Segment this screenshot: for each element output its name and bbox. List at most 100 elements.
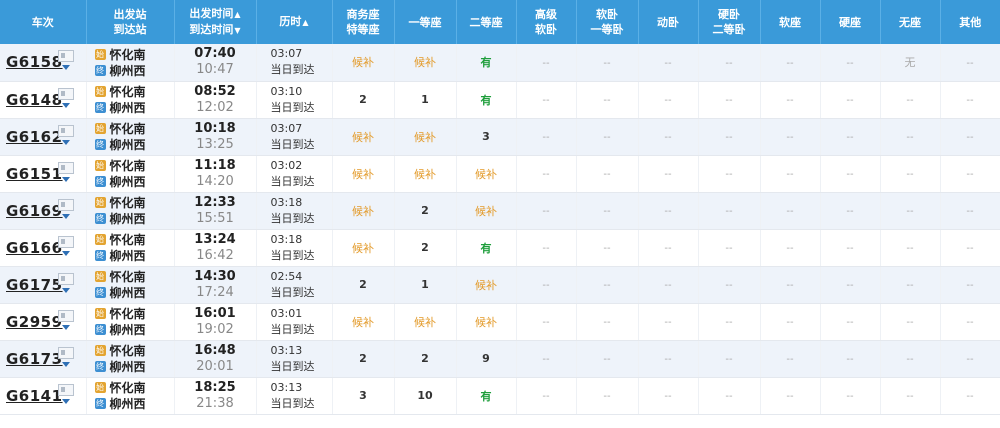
expand-arrow-icon[interactable] (62, 324, 70, 330)
seat-cell-second[interactable]: 候补 (456, 155, 517, 193)
seat-availability[interactable]: 有 (481, 390, 492, 403)
seat-availability[interactable]: 10 (417, 389, 432, 402)
train-number-link[interactable]: G6169 (6, 202, 63, 220)
seat-cell-biz[interactable]: 候补 (332, 229, 395, 267)
seat-availability[interactable]: 候补 (352, 131, 374, 144)
seat-cell-second[interactable]: 有 (456, 229, 517, 267)
seat-availability[interactable]: 有 (481, 56, 492, 69)
train-number-link[interactable]: G2959 (6, 313, 63, 331)
train-info-icon[interactable] (58, 346, 74, 359)
seat-cell-first[interactable]: 10 (394, 377, 457, 415)
seat-availability: -- (786, 169, 794, 180)
sort-up-icon[interactable]: ▲ (234, 10, 240, 19)
train-number-link[interactable]: G6175 (6, 276, 63, 294)
train-number-link[interactable]: G6141 (6, 387, 63, 405)
train-number-link[interactable]: G6166 (6, 239, 63, 257)
seat-cell-biz[interactable]: 候补 (332, 44, 395, 82)
seat-cell-second[interactable]: 有 (456, 377, 517, 415)
seat-cell-biz[interactable]: 2 (332, 81, 395, 119)
seat-cell-first[interactable]: 1 (394, 266, 457, 304)
seat-availability[interactable]: 候补 (414, 316, 436, 329)
seat-availability[interactable]: 候补 (475, 316, 497, 329)
seat-cell-second[interactable]: 有 (456, 44, 517, 82)
seat-cell-biz[interactable]: 候补 (332, 118, 395, 156)
train-info-icon[interactable] (58, 235, 74, 248)
seat-availability[interactable]: 3 (359, 389, 367, 402)
seat-cell-first[interactable]: 候补 (394, 118, 457, 156)
seat-availability[interactable]: 2 (421, 352, 429, 365)
seat-cell-first[interactable]: 候补 (394, 303, 457, 341)
seat-availability[interactable]: 2 (359, 278, 367, 291)
seat-cell-second[interactable]: 候补 (456, 303, 517, 341)
seat-cell-second[interactable]: 有 (456, 81, 517, 119)
seat-availability[interactable]: 有 (481, 242, 492, 255)
seat-cell-biz[interactable]: 候补 (332, 155, 395, 193)
seat-availability[interactable]: 候补 (352, 316, 374, 329)
seat-availability[interactable]: 2 (421, 241, 429, 254)
train-number-link[interactable]: G6148 (6, 91, 63, 109)
seat-cell-second[interactable]: 候补 (456, 192, 517, 230)
seat-availability[interactable]: 2 (359, 93, 367, 106)
seat-availability[interactable]: 1 (421, 278, 429, 291)
seat-availability[interactable]: 9 (482, 352, 490, 365)
sort-down-icon[interactable]: ▼ (234, 26, 240, 35)
train-info-icon[interactable] (58, 50, 74, 62)
train-number-link[interactable]: G6162 (6, 128, 63, 146)
seat-cell-first[interactable]: 2 (394, 192, 457, 230)
train-info-icon[interactable] (58, 124, 74, 137)
seat-cell-first[interactable]: 候补 (394, 44, 457, 82)
seat-availability[interactable]: 候补 (475, 205, 497, 218)
train-number-link[interactable]: G6158 (6, 53, 63, 71)
seat-cell-biz[interactable]: 2 (332, 340, 395, 378)
seat-cell-first[interactable]: 2 (394, 340, 457, 378)
seat-availability[interactable]: 候补 (352, 56, 374, 69)
expand-arrow-icon[interactable] (62, 139, 70, 145)
train-number-link[interactable]: G6173 (6, 350, 63, 368)
seat-availability[interactable]: 2 (421, 204, 429, 217)
seat-cell-softseat: -- (760, 44, 821, 82)
seat-cell-second[interactable]: 3 (456, 118, 517, 156)
seat-availability[interactable]: 候补 (414, 56, 436, 69)
seat-availability[interactable]: 1 (421, 93, 429, 106)
seat-cell-second[interactable]: 9 (456, 340, 517, 378)
seat-availability[interactable]: 候补 (475, 279, 497, 292)
train-info-icon[interactable] (58, 272, 74, 285)
duration-sort-icon[interactable]: ▲ (302, 18, 308, 27)
expand-arrow-icon[interactable] (62, 176, 70, 182)
seat-availability[interactable]: 候补 (475, 168, 497, 181)
seat-cell-first[interactable]: 2 (394, 229, 457, 267)
seat-cell-second[interactable]: 候补 (456, 266, 517, 304)
seat-cell-biz[interactable]: 2 (332, 266, 395, 304)
seat-cell-biz[interactable]: 3 (332, 377, 395, 415)
seat-availability[interactable]: 候补 (414, 131, 436, 144)
seat-availability[interactable]: 候补 (414, 168, 436, 181)
expand-arrow-icon[interactable] (62, 213, 70, 219)
seat-cell-noseat: -- (880, 155, 941, 193)
seat-availability[interactable]: 候补 (352, 205, 374, 218)
expand-arrow-icon[interactable] (62, 361, 70, 367)
train-number-link[interactable]: G6151 (6, 165, 63, 183)
seat-cell-soft: -- (576, 303, 639, 341)
train-info-icon[interactable] (58, 309, 74, 322)
seat-availability[interactable]: 候补 (352, 168, 374, 181)
seat-availability: -- (786, 132, 794, 143)
expand-arrow-icon[interactable] (62, 65, 70, 70)
expand-arrow-icon[interactable] (62, 250, 70, 256)
seat-availability[interactable]: 有 (481, 94, 492, 107)
header-times[interactable]: 出发时间▲ 到达时间▼ (174, 0, 257, 44)
expand-arrow-icon[interactable] (62, 287, 70, 293)
train-info-icon[interactable] (58, 87, 74, 100)
header-duration[interactable]: 历时▲ (256, 0, 333, 44)
train-info-icon[interactable] (58, 383, 74, 396)
expand-arrow-icon[interactable] (62, 102, 70, 108)
train-info-icon[interactable] (58, 161, 74, 174)
seat-cell-first[interactable]: 候补 (394, 155, 457, 193)
train-info-icon[interactable] (58, 198, 74, 211)
seat-availability[interactable]: 候补 (352, 242, 374, 255)
seat-cell-first[interactable]: 1 (394, 81, 457, 119)
seat-availability[interactable]: 2 (359, 352, 367, 365)
seat-cell-biz[interactable]: 候补 (332, 192, 395, 230)
expand-arrow-icon[interactable] (62, 398, 70, 404)
seat-cell-biz[interactable]: 候补 (332, 303, 395, 341)
seat-availability[interactable]: 3 (482, 130, 490, 143)
